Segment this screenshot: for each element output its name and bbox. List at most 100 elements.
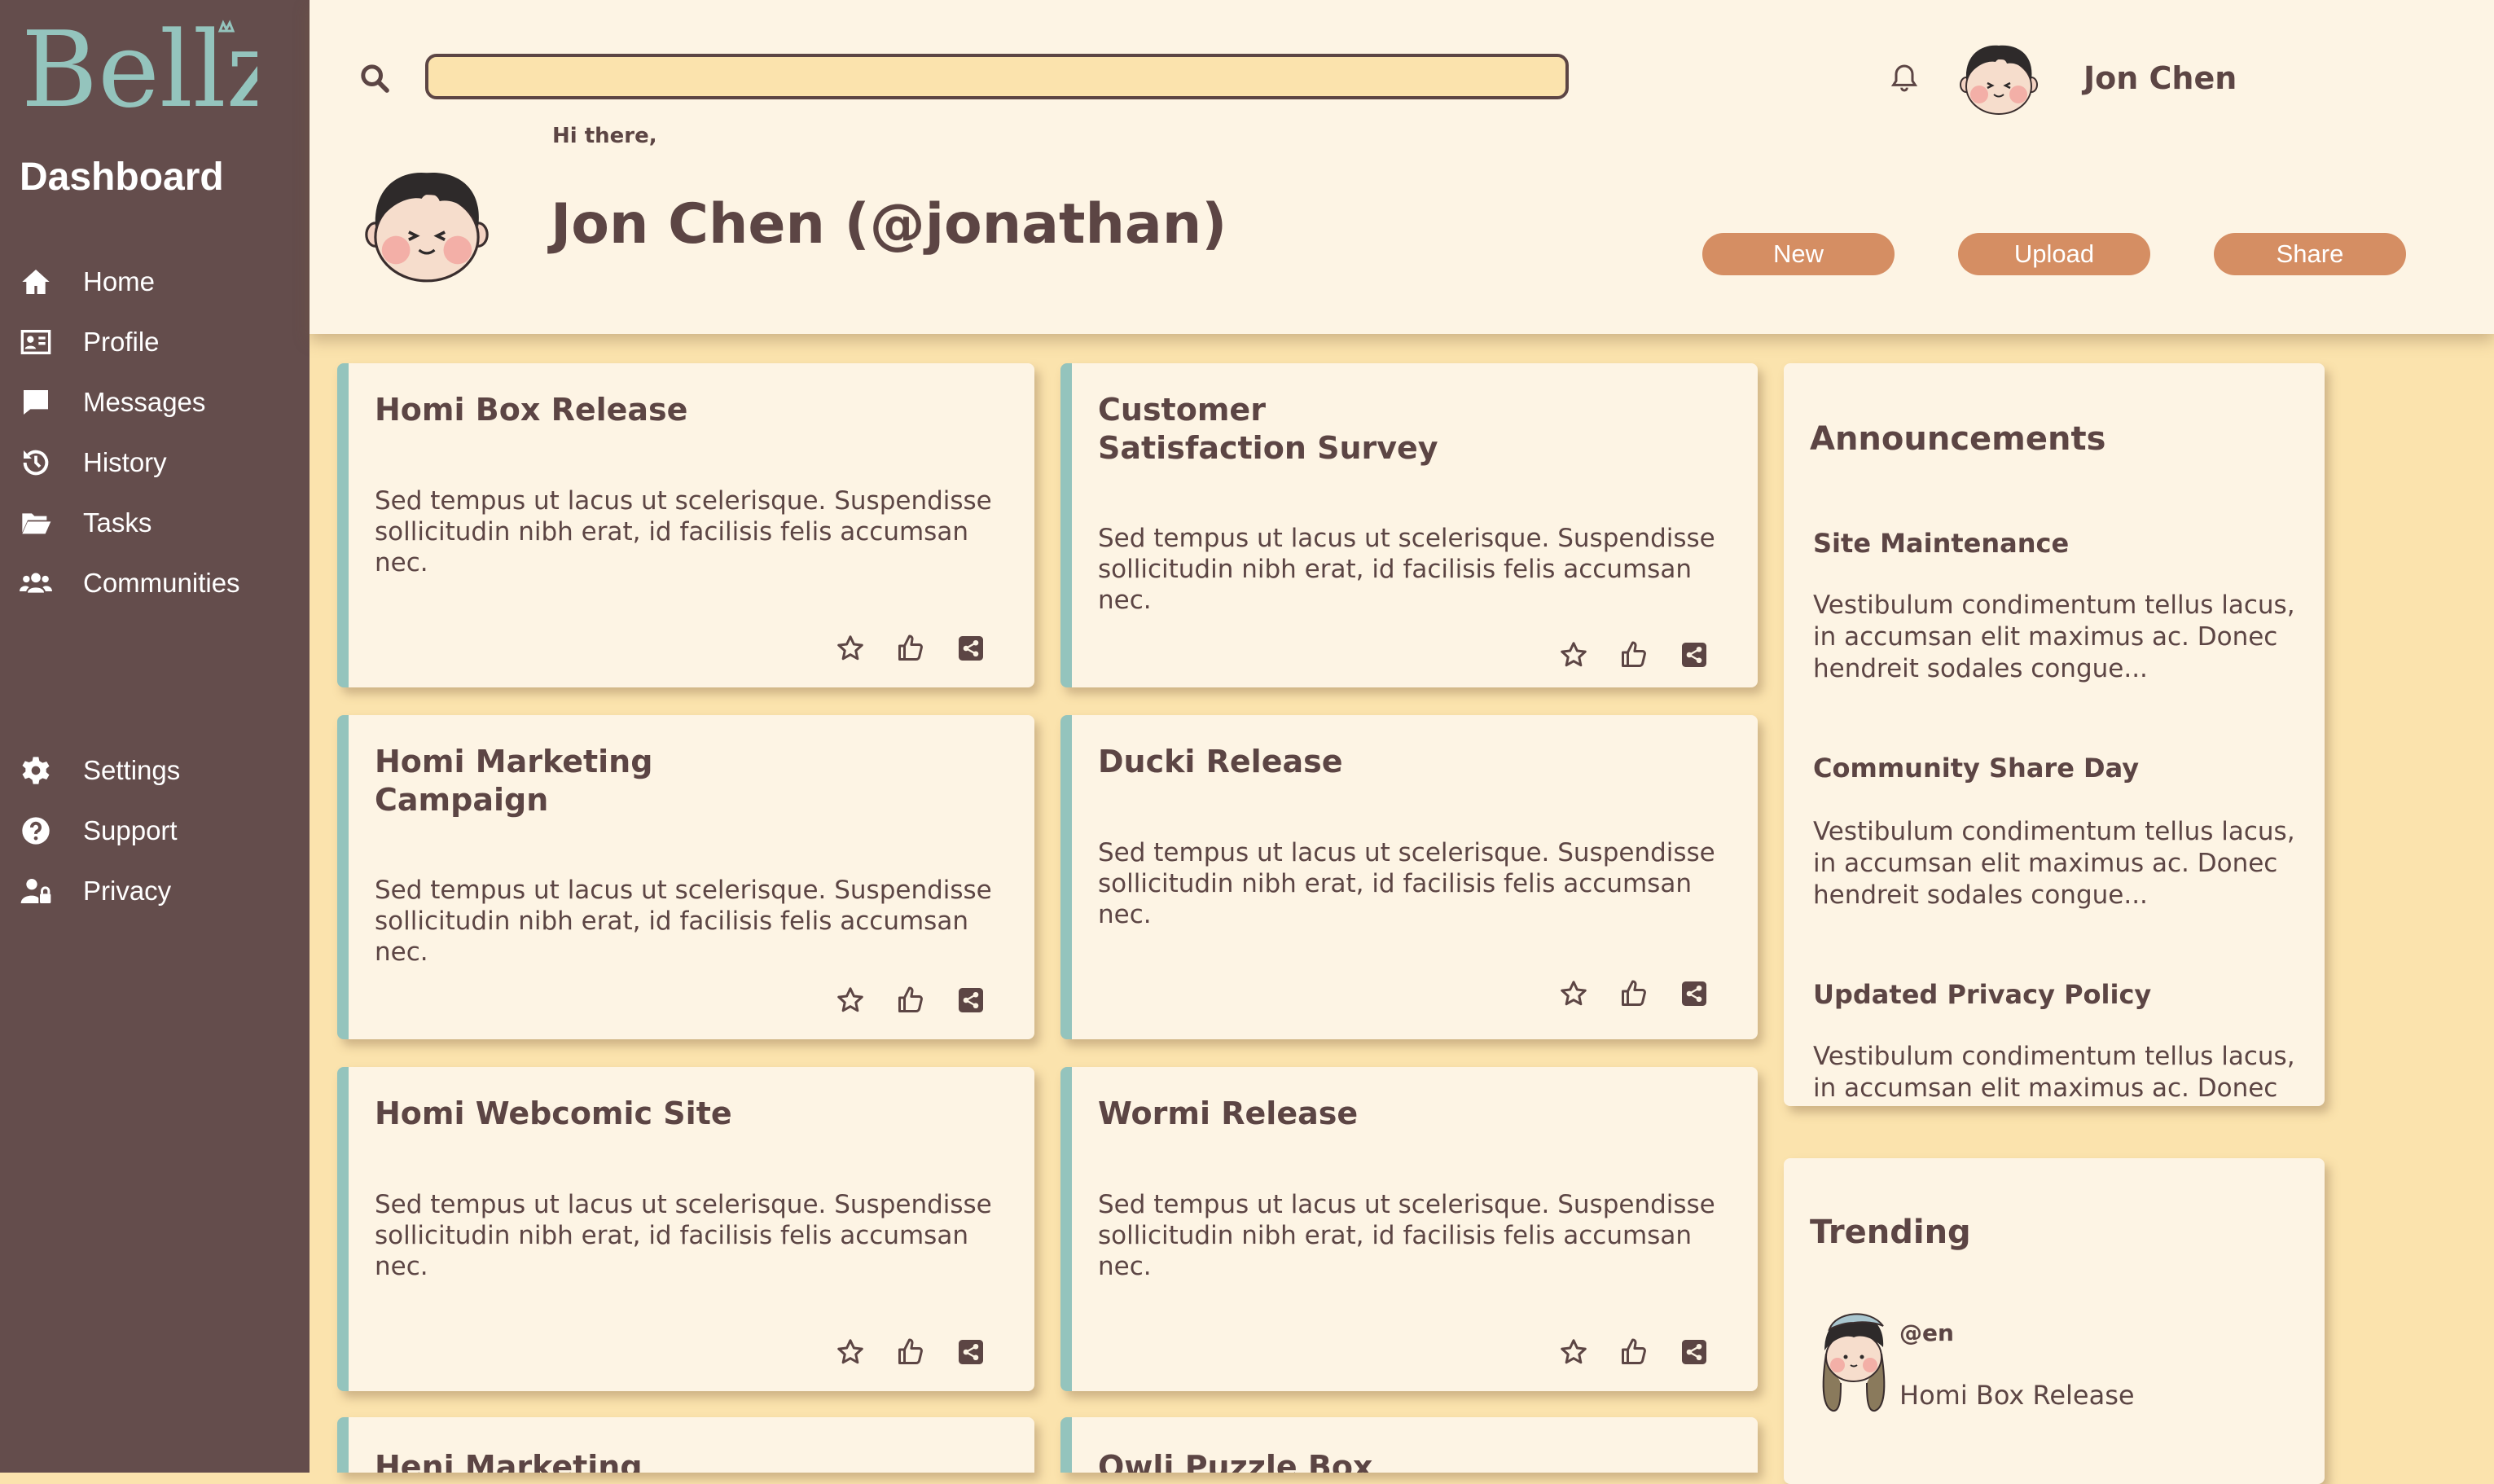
message-icon <box>18 384 54 420</box>
sidebar-item-privacy[interactable]: Privacy <box>18 867 295 915</box>
sidebar-item-tasks[interactable]: Tasks <box>18 498 295 547</box>
sidebar-item-profile[interactable]: Profile <box>18 318 295 367</box>
sidebar-item-label: Privacy <box>83 876 172 906</box>
share-icon[interactable] <box>956 1337 986 1367</box>
sidebar-item-label: Settings <box>83 755 181 785</box>
star-icon[interactable] <box>1559 640 1588 670</box>
card-actions <box>1559 1337 1709 1367</box>
star-icon[interactable] <box>836 986 865 1015</box>
trending-title: Trending <box>1810 1214 1971 1251</box>
dashboard-title: Dashboard <box>20 156 224 199</box>
profile-name: Jon Chen (@jonathan) <box>551 192 1227 257</box>
sidebar-item-history[interactable]: History <box>18 438 295 487</box>
share-icon[interactable] <box>956 634 986 663</box>
folder-icon <box>18 505 54 541</box>
card-title: Homi Webcomic Site <box>375 1095 732 1131</box>
card-title: Homi Box Release <box>375 392 688 428</box>
sidebar-item-label: Messages <box>83 387 206 417</box>
gear-icon <box>18 753 54 788</box>
thumbs-up-icon[interactable] <box>1619 979 1649 1008</box>
announcements-panel: Announcements Site Maintenance Vestibulu… <box>1784 363 2325 1106</box>
project-card[interactable]: Homi Marketing Campaign Sed tempus ut la… <box>337 715 1034 1039</box>
announcement-title[interactable]: Site Maintenance <box>1813 528 2069 559</box>
trending-panel: Trending @en Homi Box Release <box>1784 1158 2325 1484</box>
card-title: Ducki Release <box>1098 744 1343 779</box>
share-icon[interactable] <box>956 986 986 1015</box>
star-icon[interactable] <box>836 634 865 663</box>
card-actions <box>836 986 986 1015</box>
thumbs-up-icon[interactable] <box>896 634 925 663</box>
sidebar: Bellzi Dashboard Home Profile Messages H… <box>0 0 314 1473</box>
sidebar-item-home[interactable]: Home <box>18 257 295 306</box>
announcement-body: Vestibulum condimentum tellus lacus, in … <box>1813 1042 2295 1103</box>
sidebar-item-label: Support <box>83 815 178 845</box>
upload-button[interactable]: Upload <box>1958 233 2150 275</box>
card-actions <box>836 1337 986 1367</box>
card-title: Heni Marketing <box>375 1449 643 1473</box>
announcements-title: Announcements <box>1810 420 2106 458</box>
card-title: Customer Satisfaction Survey <box>1098 392 1438 466</box>
greeting-text: Hi there, <box>552 124 657 148</box>
sidebar-item-settings[interactable]: Settings <box>18 746 295 795</box>
share-icon[interactable] <box>1679 640 1709 670</box>
share-button[interactable]: Share <box>2214 233 2406 275</box>
card-body: Sed tempus ut lacus ut scelerisque. Susp… <box>375 486 992 577</box>
project-card[interactable]: Ducki Release Sed tempus ut lacus ut sce… <box>1060 715 1758 1039</box>
sidebar-item-messages[interactable]: Messages <box>18 378 295 427</box>
sidebar-item-label: Tasks <box>83 507 152 538</box>
star-icon[interactable] <box>1559 1337 1588 1367</box>
project-card[interactable]: Wormi Release Sed tempus ut lacus ut sce… <box>1060 1067 1758 1391</box>
header: Jon Chen Hi there, Jon Chen (@jonathan) … <box>310 0 2494 334</box>
thumbs-up-icon[interactable] <box>896 1337 925 1367</box>
card-actions <box>836 634 986 663</box>
sidebar-item-label: Home <box>83 266 156 296</box>
sidebar-item-label: Profile <box>83 327 160 357</box>
project-card[interactable]: Owli Puzzle Box <box>1060 1417 1758 1473</box>
search-input[interactable] <box>425 54 1569 99</box>
project-card[interactable]: Customer Satisfaction Survey Sed tempus … <box>1060 363 1758 687</box>
project-card[interactable]: Heni Marketing <box>337 1417 1034 1473</box>
bellzi-logo[interactable]: Bellzi <box>21 10 314 131</box>
question-icon <box>18 813 54 849</box>
card-body: Sed tempus ut lacus ut scelerisque. Susp… <box>1098 838 1715 929</box>
users-icon <box>18 565 54 601</box>
share-icon[interactable] <box>1679 1337 1709 1367</box>
announcement-title[interactable]: Updated Privacy Policy <box>1813 979 2151 1010</box>
star-icon[interactable] <box>836 1337 865 1367</box>
sidebar-item-label: Communities <box>83 568 240 598</box>
project-card[interactable]: Homi Box Release Sed tempus ut lacus ut … <box>337 363 1034 687</box>
home-icon <box>18 264 54 300</box>
sidebar-item-communities[interactable]: Communities <box>18 559 295 608</box>
bell-icon[interactable] <box>1888 62 1921 94</box>
header-username[interactable]: Jon Chen <box>2083 60 2237 96</box>
sidebar-item-support[interactable]: Support <box>18 806 295 855</box>
card-body: Sed tempus ut lacus ut scelerisque. Susp… <box>1098 1190 1715 1281</box>
user-lock-icon <box>18 873 54 909</box>
thumbs-up-icon[interactable] <box>896 986 925 1015</box>
search-icon[interactable] <box>358 62 391 94</box>
star-icon[interactable] <box>1559 979 1588 1008</box>
card-body: Sed tempus ut lacus ut scelerisque. Susp… <box>375 876 992 967</box>
card-body: Sed tempus ut lacus ut scelerisque. Susp… <box>375 1190 992 1281</box>
new-button[interactable]: New <box>1702 233 1895 275</box>
avatar[interactable] <box>1958 41 2040 117</box>
profile-avatar <box>360 168 494 283</box>
announcement-body: Vestibulum condimentum tellus lacus, in … <box>1813 591 2295 683</box>
share-icon[interactable] <box>1679 979 1709 1008</box>
trending-item-text[interactable]: Homi Box Release <box>1899 1380 2135 1411</box>
card-actions <box>1559 640 1709 670</box>
announcement-title[interactable]: Community Share Day <box>1813 753 2139 784</box>
trending-handle[interactable]: @en <box>1899 1319 1954 1346</box>
card-body: Sed tempus ut lacus ut scelerisque. Susp… <box>1098 524 1715 615</box>
trending-avatar[interactable] <box>1813 1305 1895 1416</box>
card-title: Homi Marketing Campaign <box>375 744 653 818</box>
announcement-body: Vestibulum condimentum tellus lacus, in … <box>1813 817 2295 910</box>
project-card[interactable]: Homi Webcomic Site Sed tempus ut lacus u… <box>337 1067 1034 1391</box>
card-title: Wormi Release <box>1098 1095 1359 1131</box>
thumbs-up-icon[interactable] <box>1619 640 1649 670</box>
card-actions <box>1559 979 1709 1008</box>
thumbs-up-icon[interactable] <box>1619 1337 1649 1367</box>
history-icon <box>18 445 54 481</box>
sidebar-item-label: History <box>83 447 167 477</box>
card-title: Owli Puzzle Box <box>1098 1449 1373 1473</box>
